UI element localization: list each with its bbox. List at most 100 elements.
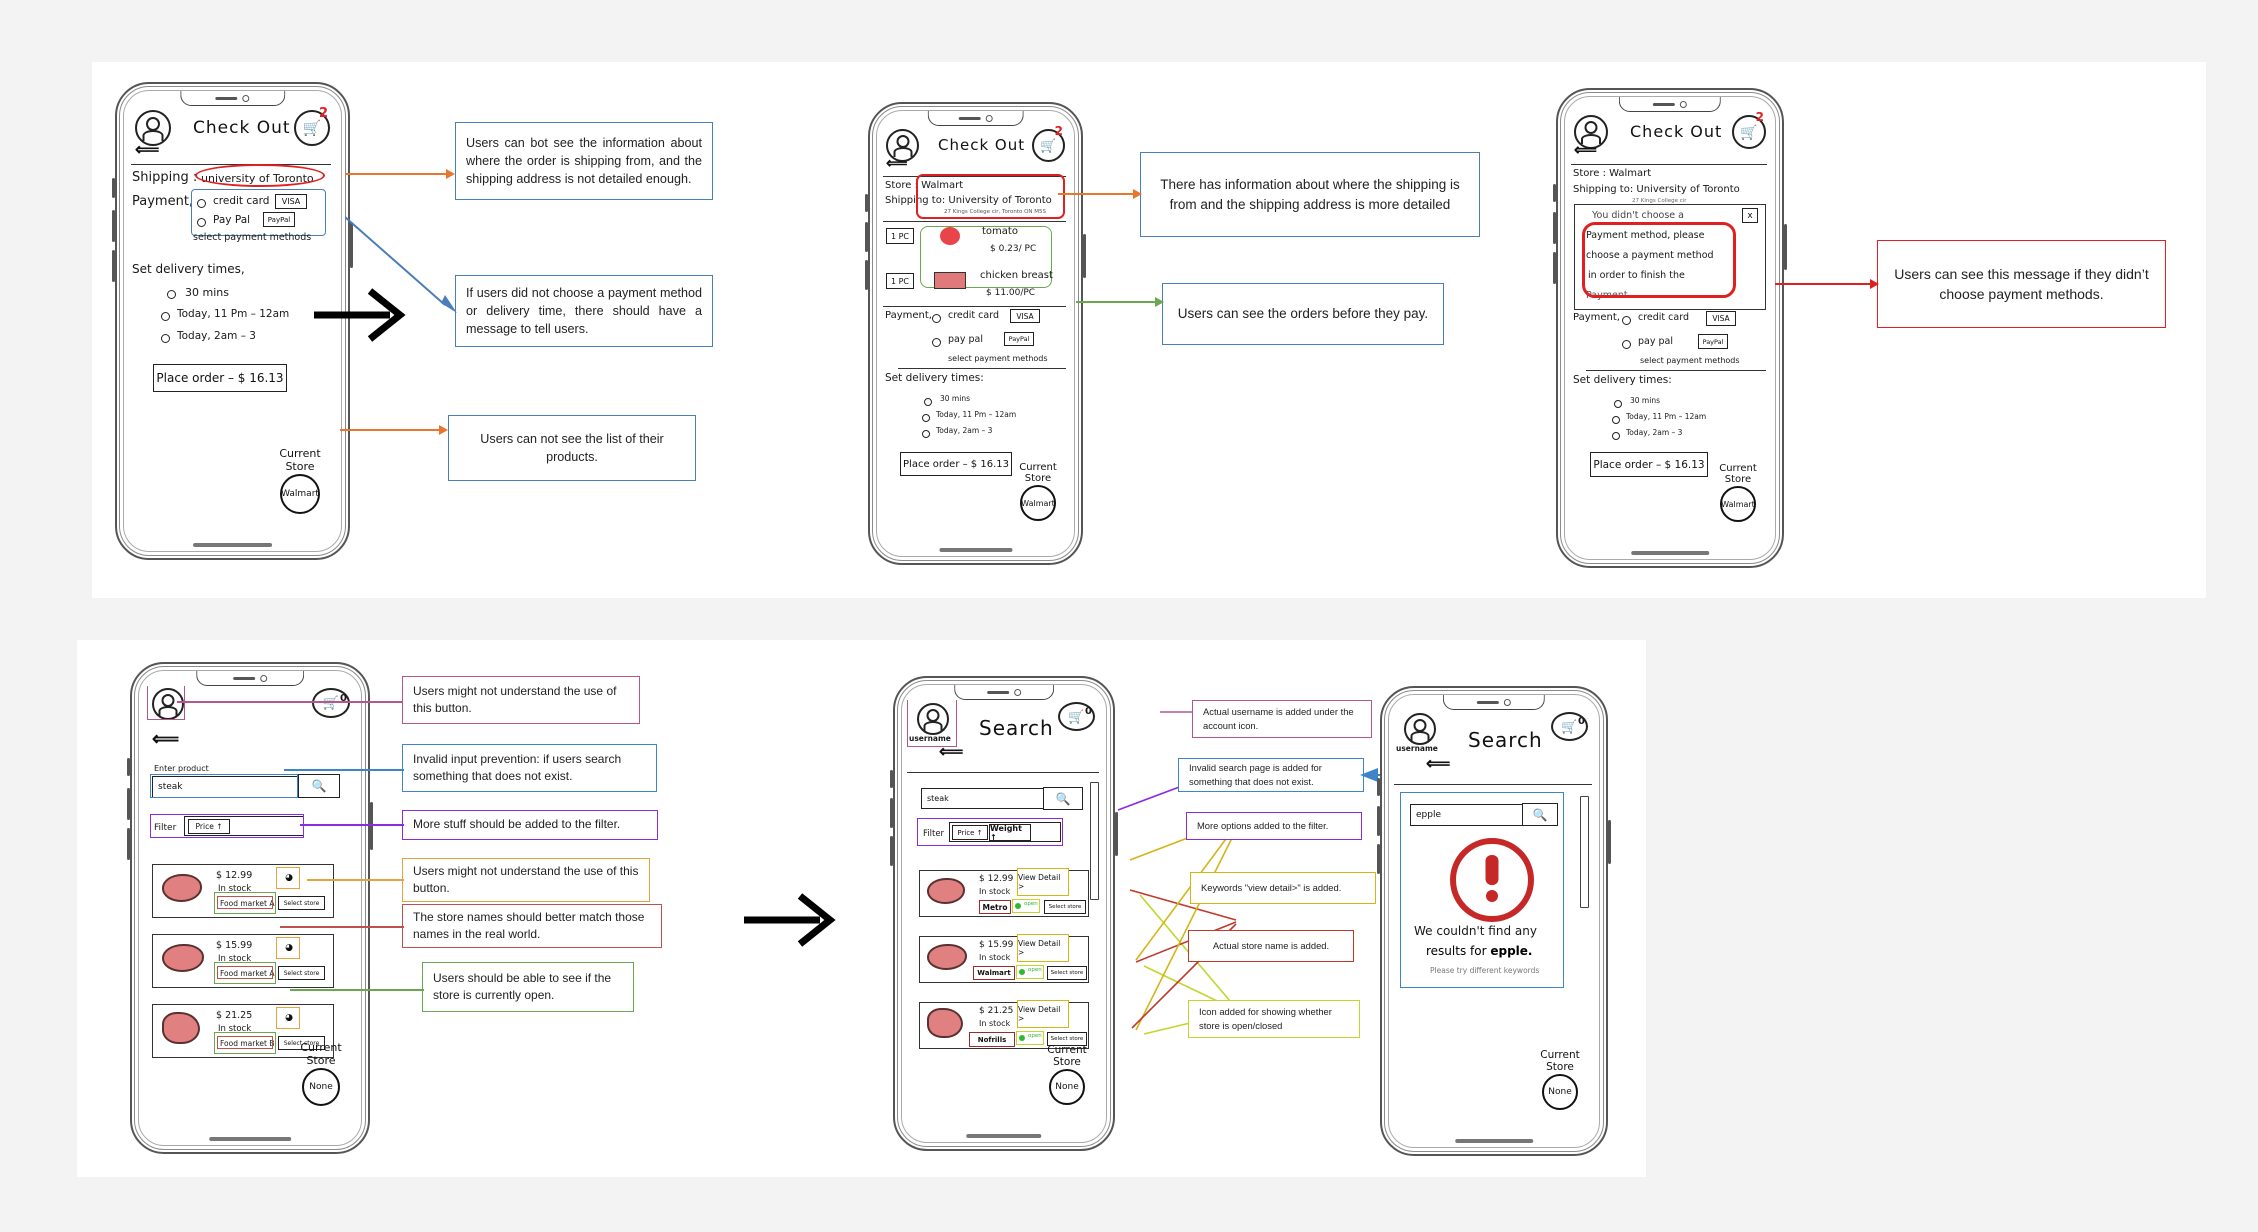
phone-button-power[interactable] xyxy=(1115,812,1118,856)
search-icon[interactable]: 🔍 xyxy=(1522,803,1558,826)
phone-button-mute[interactable] xyxy=(890,770,893,788)
callout-d8: Invalid search page is added for somethi… xyxy=(1178,758,1364,792)
phone-button-voldown[interactable] xyxy=(112,250,115,282)
scrollbar[interactable] xyxy=(1090,782,1099,900)
back-icon[interactable]: ⟸ xyxy=(152,728,179,751)
error-line-2-term: epple. xyxy=(1490,944,1533,958)
scrollbar[interactable] xyxy=(1580,796,1589,908)
select-store-button-1[interactable]: Select store xyxy=(278,966,325,980)
radio-delivery-1[interactable] xyxy=(922,414,930,422)
radio-paypal[interactable] xyxy=(932,338,941,347)
current-store-label-2: Store xyxy=(285,460,315,473)
chicken-leg-icon xyxy=(162,1012,200,1044)
phone-button-volup[interactable] xyxy=(890,798,893,828)
radio-credit-card[interactable] xyxy=(197,199,206,208)
paypal-badge: PayPal xyxy=(1004,332,1034,346)
callout-d2: Invalid input prevention: if users searc… xyxy=(402,744,657,792)
phone-button-power[interactable] xyxy=(370,802,373,850)
home-indicator xyxy=(966,1134,1042,1138)
callout-c3: Users can not see the list of their prod… xyxy=(448,415,696,481)
back-icon[interactable]: ⟸ xyxy=(886,154,908,172)
view-detail-button-1[interactable]: View Detail > xyxy=(1017,934,1069,962)
radio-credit-card[interactable] xyxy=(932,314,941,323)
select-store-button-0[interactable]: Select store xyxy=(1044,900,1086,914)
cart-badge: 2 xyxy=(1054,126,1063,138)
radio-delivery-2[interactable] xyxy=(1612,432,1620,440)
phone-button-volup[interactable] xyxy=(865,222,868,252)
phone-button-voldown[interactable] xyxy=(127,828,130,860)
payment-label: Payment, xyxy=(1573,312,1620,323)
phone-button-voldown[interactable] xyxy=(1377,844,1380,874)
search-icon[interactable]: 🔍 xyxy=(298,774,340,798)
view-detail-button-2[interactable]: View Detail > xyxy=(1017,1000,1069,1028)
search-icon[interactable]: 🔍 xyxy=(1043,787,1083,810)
back-icon[interactable]: ⟸ xyxy=(135,140,159,160)
back-icon[interactable]: ⟸ xyxy=(1574,140,1597,160)
callout-d11: Actual store name is added. xyxy=(1188,930,1354,962)
current-store-value: Walmart xyxy=(280,474,320,514)
back-icon[interactable]: ⟸ xyxy=(1426,754,1450,774)
highlight-shipping xyxy=(195,164,325,187)
account-icon[interactable] xyxy=(1404,713,1436,745)
search-input[interactable]: epple xyxy=(1410,804,1529,826)
radio-credit-card[interactable] xyxy=(1622,316,1631,325)
phone-button-volup[interactable] xyxy=(127,788,130,820)
phone-button-power[interactable] xyxy=(1608,820,1611,864)
phone-button-mute[interactable] xyxy=(1377,778,1380,796)
delivery-option-2: Today, 2am – 3 xyxy=(936,426,993,435)
highlight-status-icon-1 xyxy=(276,937,300,959)
phone-button-mute[interactable] xyxy=(127,758,130,776)
alert-close-button[interactable]: x xyxy=(1742,208,1758,223)
place-order-button[interactable]: Place order – $ 16.13 xyxy=(153,364,287,392)
search-input[interactable]: steak xyxy=(921,788,1050,809)
select-store-button-1[interactable]: Select store xyxy=(1047,966,1087,980)
phone-button-power[interactable] xyxy=(1083,234,1086,278)
radio-delivery-1[interactable] xyxy=(1612,416,1620,424)
delivery-label: Set delivery times: xyxy=(1573,374,1672,386)
radio-delivery-1[interactable] xyxy=(161,312,170,321)
current-store: Current Store None xyxy=(1037,1044,1097,1105)
product-price-0: $ 12.99 xyxy=(216,870,253,881)
home-indicator xyxy=(192,543,273,547)
highlight-status-icon-0 xyxy=(276,867,300,889)
payment-option-label-0: credit card xyxy=(213,195,270,207)
arrow-d6 xyxy=(290,988,424,991)
radio-delivery-2[interactable] xyxy=(922,430,930,438)
callout-c5: Users can see the orders before they pay… xyxy=(1162,283,1444,345)
phone-button-volup[interactable] xyxy=(112,210,115,242)
place-order-button[interactable]: Place order – $ 16.13 xyxy=(900,452,1012,476)
select-store-button-0[interactable]: Select store xyxy=(278,896,325,910)
phone-button-mute[interactable] xyxy=(865,194,868,212)
phone-button-mute[interactable] xyxy=(1553,184,1556,202)
phone-button-voldown[interactable] xyxy=(890,836,893,866)
highlight-open-0 xyxy=(1012,899,1040,913)
radio-delivery-0[interactable] xyxy=(924,398,932,406)
radio-delivery-0[interactable] xyxy=(167,290,176,299)
highlight-open-1 xyxy=(1016,965,1044,979)
phone-button-volup[interactable] xyxy=(1553,212,1556,244)
callout-d6: Users should be able to see if the store… xyxy=(422,962,634,1012)
radio-delivery-2[interactable] xyxy=(161,334,170,343)
cart-badge: 0 xyxy=(1085,706,1092,717)
arrow-d3 xyxy=(300,823,404,826)
radio-paypal[interactable] xyxy=(197,218,206,227)
arrow-d2 xyxy=(284,768,404,771)
phone-button-power[interactable] xyxy=(1784,224,1787,270)
product-stock-1: In stock xyxy=(979,953,1011,962)
flow-arrow-1 xyxy=(312,285,408,345)
radio-delivery-0[interactable] xyxy=(1614,400,1622,408)
phone-button-volup[interactable] xyxy=(1377,806,1380,836)
phone-button-voldown[interactable] xyxy=(865,260,868,290)
highlight-alert xyxy=(1582,222,1736,298)
callout-c2: If users did not choose a payment method… xyxy=(455,275,713,347)
view-detail-button-0[interactable]: View Detail > xyxy=(1017,868,1069,896)
delivery-option-1: Today, 11 Pm – 12am xyxy=(177,308,290,320)
speaker-icon xyxy=(958,116,981,120)
radio-paypal[interactable] xyxy=(1622,340,1631,349)
back-icon[interactable]: ⟸ xyxy=(939,742,963,762)
phone-button-voldown[interactable] xyxy=(1553,252,1556,284)
phone-button-mute[interactable] xyxy=(112,178,115,198)
place-order-button[interactable]: Place order – $ 16.13 xyxy=(1590,452,1708,477)
callout-d1: Users might not understand the use of th… xyxy=(402,676,640,724)
current-store-label-1: Current xyxy=(279,447,321,460)
